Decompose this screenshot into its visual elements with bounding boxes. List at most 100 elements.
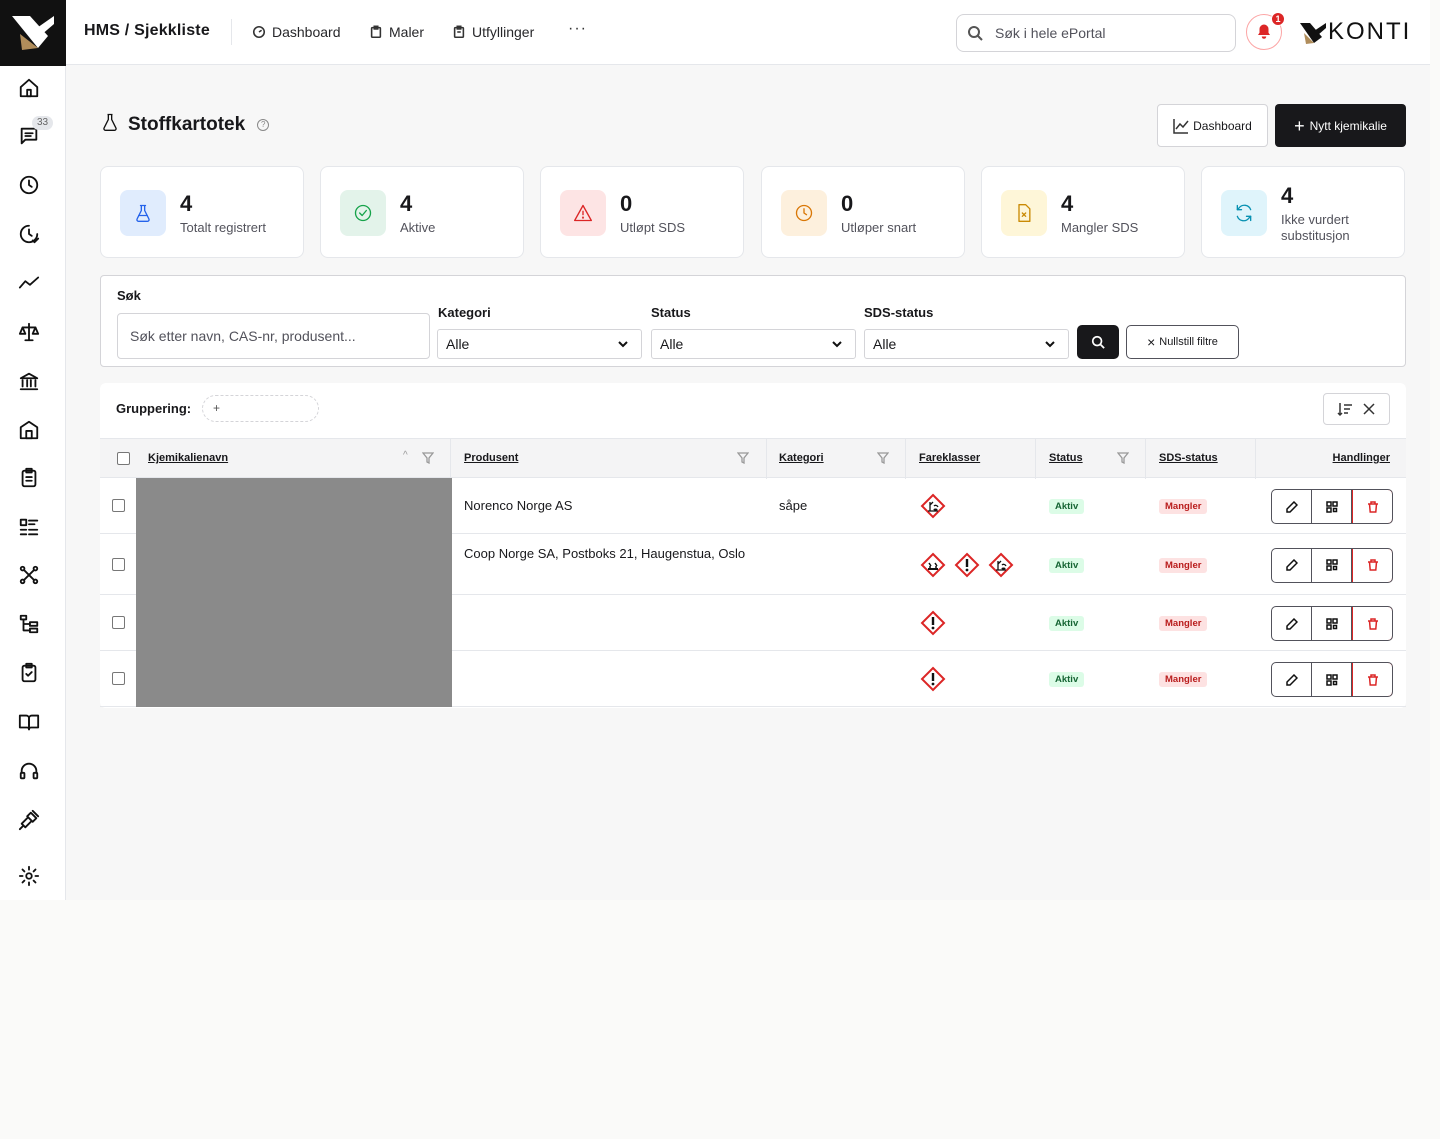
- stat-card: 4 Mangler SDS: [981, 166, 1185, 258]
- app-frame: 33 HMS / Sjekkliste Dashboard Maler Utfy…: [0, 0, 1430, 900]
- dashboard-button-label: Dashboard: [1193, 118, 1252, 133]
- clipboard-icon[interactable]: [17, 466, 41, 490]
- nav-maler[interactable]: Maler: [369, 24, 424, 40]
- col-produsent[interactable]: Produsent: [464, 452, 518, 464]
- edit-button[interactable]: [1272, 490, 1312, 523]
- stat-card: 0 Utløper snart: [761, 166, 965, 258]
- filter-icon[interactable]: [1116, 451, 1130, 465]
- page-header: Stoffkartotek ?: [100, 112, 270, 137]
- stat-label: Mangler SDS: [1061, 220, 1139, 235]
- qr-code-icon: [1325, 559, 1338, 571]
- row-checkbox[interactable]: [112, 557, 125, 571]
- bank-icon[interactable]: [17, 369, 41, 393]
- col-kategori[interactable]: Kategori: [779, 452, 824, 464]
- sds-status-badge: Mangler: [1159, 499, 1208, 514]
- select-all-checkbox[interactable]: [117, 452, 130, 465]
- stat-value: 4: [1281, 183, 1294, 208]
- tree-icon[interactable]: [17, 612, 41, 636]
- dashboard-button[interactable]: Dashboard: [1157, 104, 1268, 147]
- app-title[interactable]: HMS / Sjekkliste: [84, 22, 210, 40]
- delete-button[interactable]: [1352, 663, 1392, 696]
- col-divider: [905, 439, 906, 479]
- col-divider: [766, 439, 767, 479]
- home-icon[interactable]: [17, 76, 41, 100]
- trash-icon: [1367, 559, 1378, 571]
- nav-utfyllinger-label: Utfyllinger: [472, 24, 535, 40]
- status-select[interactable]: Alle: [651, 329, 856, 359]
- settings-icon[interactable]: [17, 864, 41, 888]
- redacted-name: [136, 478, 452, 534]
- building-icon[interactable]: [17, 418, 41, 442]
- filter-icon[interactable]: [421, 451, 435, 465]
- konti-logo-icon: [12, 16, 54, 50]
- brand-name: KONTI: [1328, 18, 1412, 45]
- category-select[interactable]: Alle: [437, 329, 642, 359]
- app-logo[interactable]: [0, 0, 66, 66]
- qr-button[interactable]: [1312, 607, 1352, 640]
- qr-code-icon: [1325, 500, 1338, 513]
- list-icon[interactable]: [17, 515, 41, 539]
- table-row[interactable]: Norenco Norge AS såpe Aktiv Mangler: [100, 478, 1406, 534]
- row-checkbox[interactable]: [112, 499, 125, 512]
- clock-check-icon[interactable]: [17, 222, 41, 246]
- global-search-input[interactable]: [995, 25, 1215, 41]
- edit-button[interactable]: [1272, 663, 1312, 696]
- delete-button[interactable]: [1352, 490, 1392, 523]
- clipboard-check-icon[interactable]: [17, 661, 41, 685]
- clipboard-list-icon: [453, 25, 465, 39]
- plug-icon[interactable]: [17, 808, 41, 832]
- sds-status-select[interactable]: Alle: [864, 329, 1069, 359]
- book-icon[interactable]: [17, 710, 41, 734]
- ghs-environment-icon: [988, 552, 1014, 577]
- qr-button[interactable]: [1312, 490, 1352, 523]
- clipboard-icon: [370, 25, 382, 39]
- new-chemical-button-label: Nytt kjemikalie: [1309, 118, 1387, 133]
- add-grouping-button[interactable]: +: [202, 395, 319, 422]
- sort-up-icon[interactable]: ^: [403, 450, 408, 461]
- brand-mark-icon: [1300, 23, 1326, 44]
- nav-utfyllinger[interactable]: Utfyllinger: [452, 24, 534, 40]
- col-fareklasser[interactable]: Fareklasser: [919, 452, 980, 464]
- headset-icon[interactable]: [17, 759, 41, 783]
- filter-icon[interactable]: [736, 451, 750, 465]
- scale-icon[interactable]: [17, 320, 41, 344]
- reset-filters-button[interactable]: × Nullstill filtre: [1126, 325, 1239, 359]
- sds-status-badge: Mangler: [1159, 616, 1208, 631]
- network-icon[interactable]: [17, 563, 41, 587]
- row-checkbox[interactable]: [112, 672, 125, 685]
- row-checkbox[interactable]: [112, 616, 125, 629]
- col-status[interactable]: Status: [1049, 452, 1083, 464]
- search-button[interactable]: [1077, 325, 1119, 359]
- edit-button[interactable]: [1272, 548, 1312, 582]
- table-row[interactable]: Aktiv Mangler: [100, 595, 1406, 651]
- filter-search-input[interactable]: [117, 313, 430, 359]
- table-row[interactable]: Coop Norge SA, Postboks 21, Haugenstua, …: [100, 534, 1406, 595]
- qr-button[interactable]: [1312, 663, 1352, 696]
- nav-dashboard[interactable]: Dashboard: [252, 24, 341, 40]
- filter-icon[interactable]: [876, 451, 890, 465]
- delete-button[interactable]: [1352, 548, 1392, 582]
- delete-button[interactable]: [1352, 607, 1392, 640]
- col-kjemikalienavn[interactable]: Kjemikalienavn: [148, 452, 228, 464]
- edit-button[interactable]: [1272, 607, 1312, 640]
- page-title: Stoffkartotek: [128, 113, 246, 135]
- col-divider: [1035, 439, 1036, 479]
- stat-value: 4: [1061, 191, 1074, 216]
- more-menu-button[interactable]: ···: [568, 20, 587, 38]
- ghs-exclamation-icon: [920, 610, 946, 636]
- qr-button[interactable]: [1312, 548, 1352, 582]
- table-row[interactable]: Aktiv Mangler: [100, 651, 1406, 707]
- sort-clear-button[interactable]: [1323, 393, 1390, 425]
- trash-icon: [1367, 500, 1378, 513]
- trend-icon[interactable]: [17, 271, 41, 295]
- global-search[interactable]: [956, 14, 1236, 52]
- help-icon[interactable]: ?: [257, 118, 270, 131]
- new-chemical-button[interactable]: + Nytt kjemikalie: [1275, 104, 1406, 147]
- ghs-exclamation-icon: [920, 666, 946, 692]
- search-icon: [1091, 335, 1105, 349]
- brand-logo: KONTI: [1298, 18, 1411, 46]
- clock-icon[interactable]: [17, 173, 41, 197]
- col-sds-status[interactable]: SDS-status: [1159, 452, 1218, 464]
- col-handlinger: Handlinger: [1332, 452, 1390, 464]
- pencil-icon: [1285, 559, 1298, 571]
